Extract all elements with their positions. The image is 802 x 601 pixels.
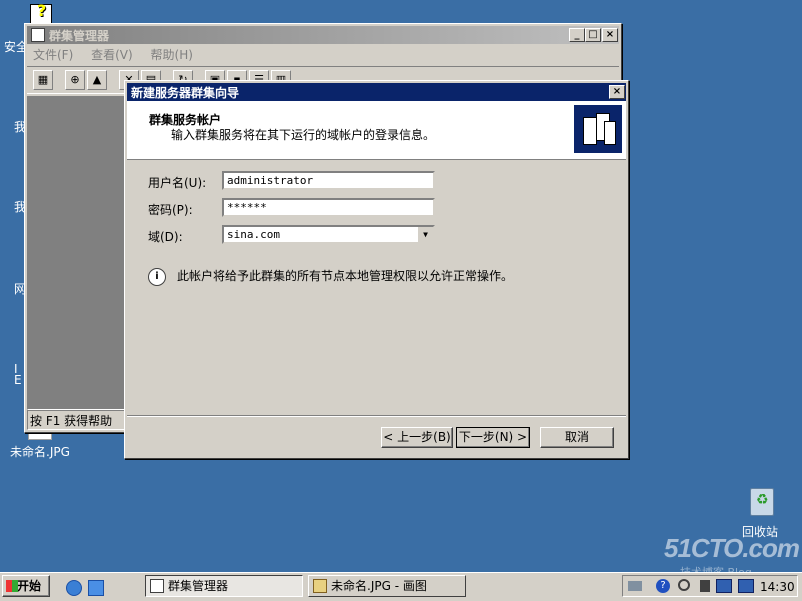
desktop-label-ie[interactable]: I E [14, 363, 22, 386]
cluster-status-bar: 按 F1 获得帮助 [27, 410, 129, 430]
cluster-window-titlebar[interactable]: 群集管理器 [27, 26, 619, 44]
wizard-divider [127, 415, 626, 417]
wizard-header-subtitle: 输入群集服务将在其下运行的域帐户的登录信息。 [171, 128, 436, 142]
cancel-button[interactable]: 取消 [540, 427, 614, 448]
wizard-header: 群集服务帐户 输入群集服务将在其下运行的域帐户的登录信息。 [127, 101, 626, 160]
maximize-button[interactable]: □ [585, 28, 601, 42]
tray-search-icon[interactable] [678, 579, 690, 591]
chevron-down-icon[interactable]: ▼ [417, 227, 433, 242]
cluster-task-icon [150, 579, 164, 593]
recycle-bin-icon[interactable]: ♻ [750, 488, 774, 516]
tray-help-icon[interactable]: ? [656, 579, 670, 593]
wizard-title: 新建服务器群集向导 [131, 85, 240, 100]
cluster-app-icon [31, 28, 45, 42]
back-button[interactable]: < 上一步(B) [381, 427, 453, 448]
quicklaunch-desktop-icon[interactable] [88, 580, 104, 596]
tray-network-icon[interactable] [628, 581, 642, 591]
cluster-window-title: 群集管理器 [49, 28, 110, 43]
username-label: 用户名(U): [148, 176, 207, 190]
minimize-button[interactable]: _ [569, 28, 585, 42]
quicklaunch-ie-icon[interactable] [66, 580, 82, 596]
menu-view[interactable]: 查看(V) [91, 48, 133, 62]
tray-volume-icon[interactable] [700, 580, 710, 592]
password-label: 密码(P): [148, 203, 193, 217]
menu-help[interactable]: 帮助(H) [151, 48, 193, 62]
windows-logo-icon [6, 580, 18, 592]
info-icon: i [148, 268, 166, 286]
wizard-titlebar[interactable]: 新建服务器群集向导 [127, 83, 626, 101]
toolbar-up-icon[interactable]: ▲ [87, 70, 107, 90]
info-text: 此帐户将给予此群集的所有节点本地管理权限以允许正常操作。 [177, 269, 514, 283]
start-label: 开始 [17, 579, 42, 593]
start-button[interactable]: 开始 [2, 575, 50, 597]
tray-display-icon[interactable] [716, 579, 732, 593]
task-paint-label: 未命名.JPG - 画图 [331, 579, 427, 593]
close-button[interactable]: × [602, 28, 618, 42]
task-cluster-manager-label: 群集管理器 [168, 579, 229, 593]
toolbar-cluster-icon[interactable]: ▦ [33, 70, 53, 90]
new-cluster-wizard-dialog: 新建服务器群集向导 × 群集服务帐户 输入群集服务将在其下运行的域帐户的登录信息… [124, 80, 629, 459]
next-button[interactable]: 下一步(N) > [456, 427, 530, 448]
cluster-menubar: 文件(F) 查看(V) 帮助(H) [33, 46, 207, 63]
watermark-logo: 51CTO.com [664, 533, 800, 563]
cluster-tree-pane[interactable] [27, 96, 127, 410]
task-cluster-manager[interactable]: 群集管理器 [145, 575, 303, 597]
toolbar-nav-icon[interactable]: ⊕ [65, 70, 85, 90]
wizard-close-button[interactable]: × [609, 85, 625, 99]
menu-file[interactable]: 文件(F) [33, 48, 73, 62]
cluster-servers-icon [574, 105, 622, 153]
tray-monitor-icon[interactable] [738, 579, 754, 593]
password-input[interactable]: ****** [222, 198, 435, 217]
task-paint[interactable]: 未命名.JPG - 画图 [308, 575, 466, 597]
tray-clock[interactable]: 14:30 [760, 580, 795, 594]
domain-label: 域(D): [148, 230, 183, 244]
paint-task-icon [313, 579, 327, 593]
desktop-label-jpg[interactable]: 未命名.JPG [10, 443, 70, 460]
desktop-help-icon[interactable]: ? [30, 1, 52, 24]
domain-select-value: sina.com [227, 228, 280, 241]
domain-select[interactable]: sina.com ▼ [222, 225, 435, 244]
status-text: 按 F1 获得帮助 [30, 414, 113, 428]
username-input[interactable]: administrator [222, 171, 435, 190]
